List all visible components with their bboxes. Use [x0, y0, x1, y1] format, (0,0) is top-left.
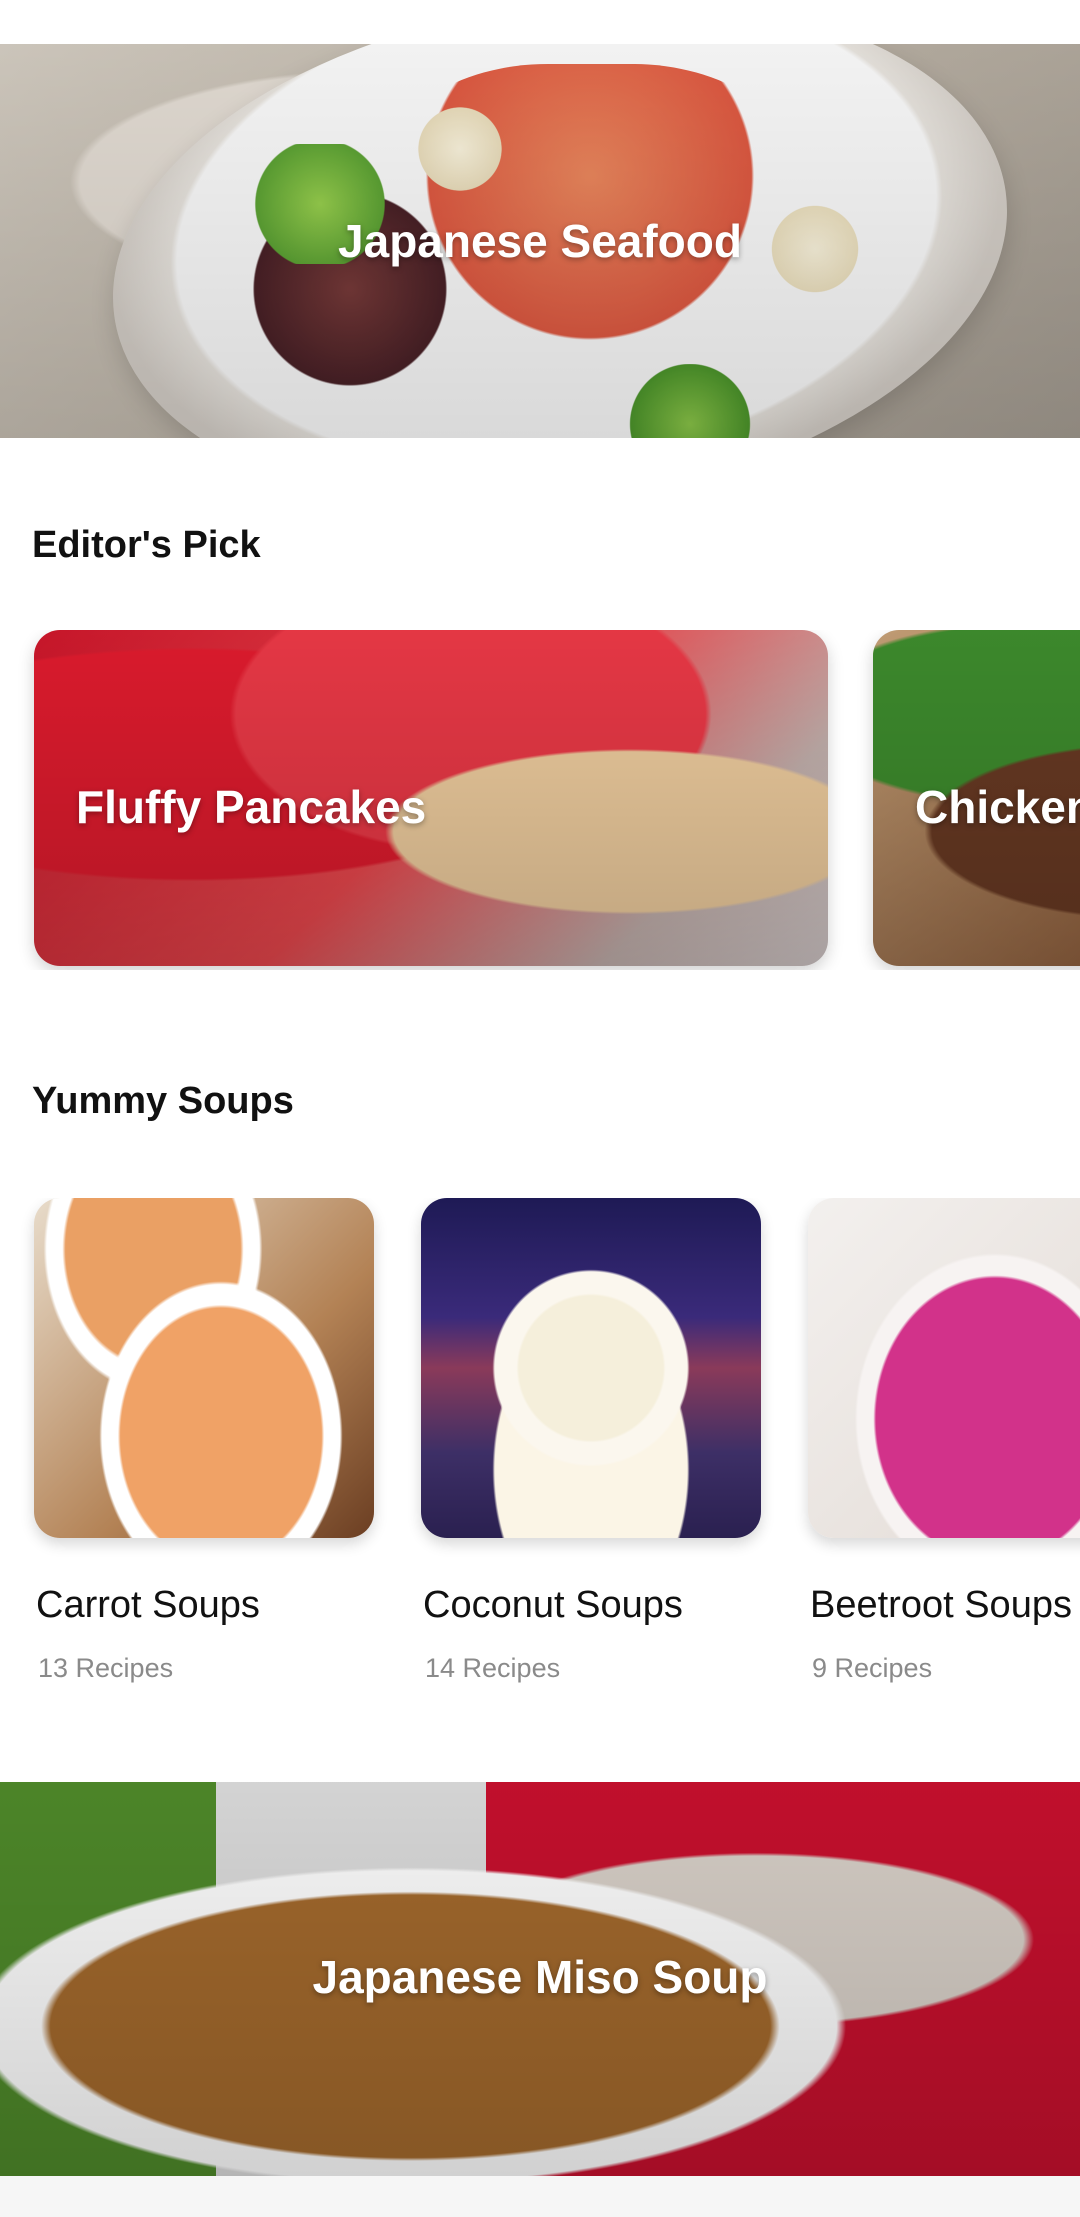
beetroot-soup-image	[808, 1198, 1080, 1538]
soup-name: Coconut Soups	[423, 1584, 683, 1626]
section-title-yummy-soups: Yummy Soups	[32, 1080, 294, 1122]
soup-thumbnail	[808, 1198, 1080, 1538]
editors-pick-card-fluffy-pancakes[interactable]: Fluffy Pancakes	[34, 630, 828, 966]
coconut-soup-image	[421, 1198, 761, 1538]
soup-item-coconut[interactable]: Coconut Soups 14 Recipes	[421, 1198, 761, 1684]
recipe-home-screen: Japanese Seafood Editor's Pick Fluffy Pa…	[0, 0, 1080, 2217]
soup-name: Beetroot Soups	[810, 1584, 1072, 1626]
hero-title: Japanese Seafood	[338, 215, 742, 267]
hero-banner-japanese-seafood[interactable]: Japanese Seafood	[0, 44, 1080, 438]
editors-pick-carousel[interactable]: Fluffy Pancakes Chicken	[0, 630, 1080, 970]
yummy-soups-carousel[interactable]: Carrot Soups 13 Recipes Coconut Soups 14…	[0, 1198, 1080, 1718]
soup-item-carrot[interactable]: Carrot Soups 13 Recipes	[34, 1198, 374, 1684]
bottom-spacer	[0, 2176, 1080, 2217]
soup-thumbnail	[421, 1198, 761, 1538]
recipe-count: 9 Recipes	[812, 1653, 933, 1683]
soup-thumbnail	[34, 1198, 374, 1538]
recipe-count: 13 Recipes	[38, 1653, 174, 1683]
carrot-soup-image	[34, 1198, 374, 1538]
recipe-count: 14 Recipes	[425, 1653, 561, 1683]
soup-item-beetroot[interactable]: Beetroot Soups 9 Recipes	[808, 1198, 1080, 1684]
section-title-editors-pick: Editor's Pick	[32, 524, 261, 566]
soup-name: Carrot Soups	[36, 1584, 260, 1626]
card-label: Fluffy Pancakes	[76, 781, 427, 833]
banner-title: Japanese Miso Soup	[312, 1951, 768, 2003]
banner-japanese-miso-soup[interactable]: Japanese Miso Soup	[0, 1782, 1080, 2176]
editors-pick-card-chicken[interactable]: Chicken	[873, 630, 1080, 966]
card-label: Chicken	[915, 781, 1080, 833]
